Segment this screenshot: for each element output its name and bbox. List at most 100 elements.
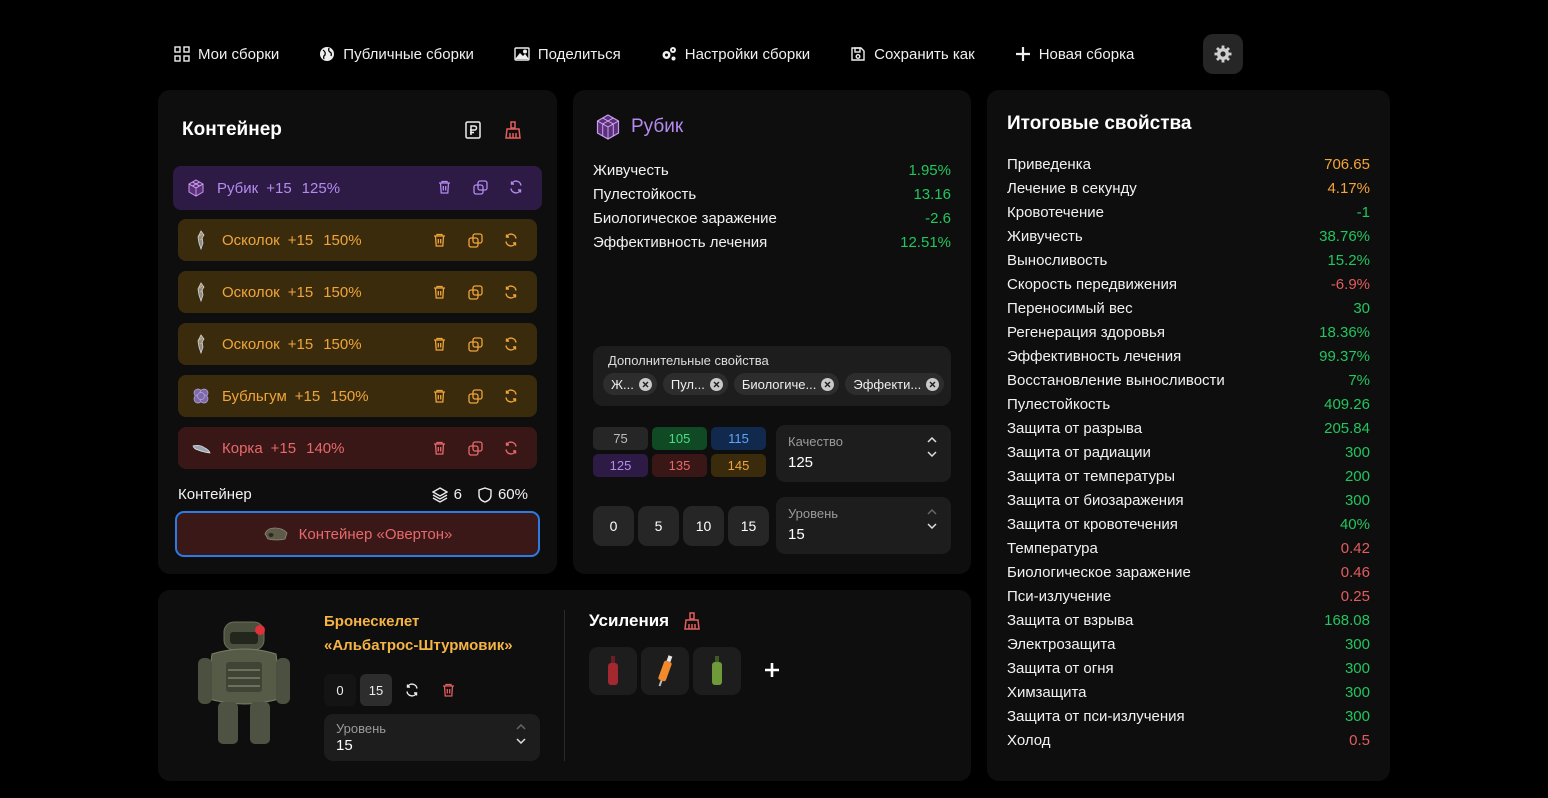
total-value: 0.5 <box>1349 731 1370 749</box>
swap-icon[interactable] <box>503 282 519 302</box>
clear-button[interactable] <box>503 120 523 140</box>
copy-icon[interactable] <box>467 230 483 250</box>
price-button[interactable] <box>463 120 483 140</box>
property-chip[interactable]: Биологиче... <box>733 373 840 395</box>
gear-icon <box>1214 45 1232 63</box>
artifact-row[interactable]: Осколок +15 150% <box>178 219 537 261</box>
quality-preset[interactable]: 145 <box>711 454 766 477</box>
level-preset-button[interactable]: 5 <box>638 506 679 546</box>
artifact-row[interactable]: Бубльгум +15 150% <box>178 375 537 417</box>
artifact-row[interactable]: Осколок +15 150% <box>178 271 537 313</box>
property-chip[interactable]: Ж... <box>603 373 657 395</box>
delete-icon[interactable] <box>431 386 447 406</box>
swap-icon[interactable] <box>508 177 524 197</box>
copy-icon[interactable] <box>467 282 483 302</box>
boost-slot[interactable] <box>693 647 741 695</box>
layers-icon <box>431 486 448 503</box>
total-row: Лечение в секунду 4.17% <box>1007 176 1370 200</box>
total-value: 30 <box>1353 299 1370 317</box>
chevron-up-icon[interactable] <box>927 509 937 515</box>
copy-icon[interactable] <box>467 386 483 406</box>
add-boost-button[interactable] <box>760 658 784 682</box>
crust-icon <box>190 437 212 459</box>
copy-icon[interactable] <box>472 177 488 197</box>
level-preset-button[interactable]: 0 <box>593 506 634 546</box>
property-chip[interactable]: Пул... <box>662 373 728 395</box>
artifact-row[interactable]: Осколок +15 150% <box>178 323 537 365</box>
artifact-row[interactable]: Рубик +15 125% <box>173 166 542 210</box>
total-row: Переносимый вес 30 <box>1007 296 1370 320</box>
swap-icon[interactable] <box>503 230 519 250</box>
chevron-down-icon[interactable] <box>927 451 937 457</box>
chevron-up-icon[interactable] <box>516 724 526 730</box>
property-row: Пулестойкость 13.16 <box>593 182 951 206</box>
nav-new-build[interactable]: Новая сборка <box>1015 46 1134 63</box>
swap-icon[interactable] <box>503 438 519 458</box>
broom-icon[interactable] <box>683 612 701 630</box>
quality-preset[interactable]: 75 <box>593 427 648 450</box>
gears-icon <box>662 47 676 61</box>
nav-share[interactable]: Поделиться <box>514 46 621 63</box>
bubblegum-icon <box>190 385 212 407</box>
nav-build-settings[interactable]: Настройки сборки <box>661 46 810 63</box>
remove-chip-icon[interactable] <box>709 377 723 391</box>
remove-chip-icon[interactable] <box>926 377 940 391</box>
delete-icon[interactable] <box>431 282 447 302</box>
total-value: 205.84 <box>1324 419 1370 437</box>
total-row: Холод 0.5 <box>1007 728 1370 752</box>
swap-icon[interactable] <box>503 334 519 354</box>
level-preset-button[interactable]: 15 <box>728 506 769 546</box>
swap-icon[interactable] <box>396 674 428 706</box>
total-name: Холод <box>1007 731 1051 749</box>
total-row: Электрозащита 300 <box>1007 632 1370 656</box>
copy-icon[interactable] <box>467 438 483 458</box>
chevron-up-icon[interactable] <box>927 437 937 443</box>
nav-my-builds[interactable]: Мои сборки <box>174 46 279 63</box>
total-name: Кровотечение <box>1007 203 1104 221</box>
delete-icon[interactable] <box>431 438 447 458</box>
copy-icon[interactable] <box>467 334 483 354</box>
armor-panel: Бронескелет «Альбатрос-Штурмовик» 0 15 У… <box>158 590 971 781</box>
level-preset-button[interactable]: 10 <box>683 506 724 546</box>
level-preset-button[interactable]: 0 <box>324 674 356 706</box>
armor-level-stepper[interactable]: Уровень 15 <box>324 714 540 761</box>
remove-chip-icon[interactable] <box>821 377 835 391</box>
remove-chip-icon[interactable] <box>638 377 652 391</box>
total-value: 99.37% <box>1319 347 1370 365</box>
settings-button[interactable] <box>1203 34 1243 74</box>
delete-icon[interactable] <box>432 674 464 706</box>
nav-public-builds[interactable]: Публичные сборки <box>319 46 474 63</box>
quality-preset[interactable]: 135 <box>652 454 707 477</box>
level-stepper[interactable]: Уровень 15 <box>776 497 951 554</box>
nav-save-as[interactable]: Сохранить как <box>850 46 975 63</box>
level-preset-button[interactable]: 15 <box>360 674 392 706</box>
delete-icon[interactable] <box>436 177 452 197</box>
chevron-down-icon[interactable] <box>516 738 526 744</box>
chip-label: Пул... <box>670 376 705 392</box>
level-value: 15 <box>788 526 805 543</box>
quality-stepper[interactable]: Качество 125 <box>776 425 951 482</box>
quality-preset[interactable]: 105 <box>652 427 707 450</box>
quality-preset[interactable]: 115 <box>711 427 766 450</box>
container-select-button[interactable]: Контейнер «Овертон» <box>175 511 540 557</box>
artifact-title: Рубик <box>631 116 684 137</box>
chevron-down-icon[interactable] <box>927 523 937 529</box>
total-value: 706.65 <box>1324 155 1370 173</box>
delete-icon[interactable] <box>431 230 447 250</box>
artifact-row[interactable]: Корка +15 140% <box>178 427 537 469</box>
swap-icon[interactable] <box>503 386 519 406</box>
total-row: Защита от пси-излучения 300 <box>1007 704 1370 728</box>
artifact-detail-panel: Рубик Живучесть 1.95% Пулестойкость 13.16 … <box>573 90 971 574</box>
chip-label: Эффекти... <box>853 376 922 392</box>
artifact-name: Осколок <box>222 283 280 301</box>
total-name: Скорость передвижения <box>1007 275 1178 293</box>
plus-icon <box>765 663 779 677</box>
boost-slot[interactable] <box>641 647 689 695</box>
delete-icon[interactable] <box>431 334 447 354</box>
quality-preset[interactable]: 125 <box>593 454 648 477</box>
slots-count: 6 <box>453 486 462 503</box>
property-chip[interactable]: Эффекти... <box>845 373 945 395</box>
total-value: 409.26 <box>1324 395 1370 413</box>
boost-slot[interactable] <box>589 647 637 695</box>
slots-stat: 6 <box>431 486 462 503</box>
